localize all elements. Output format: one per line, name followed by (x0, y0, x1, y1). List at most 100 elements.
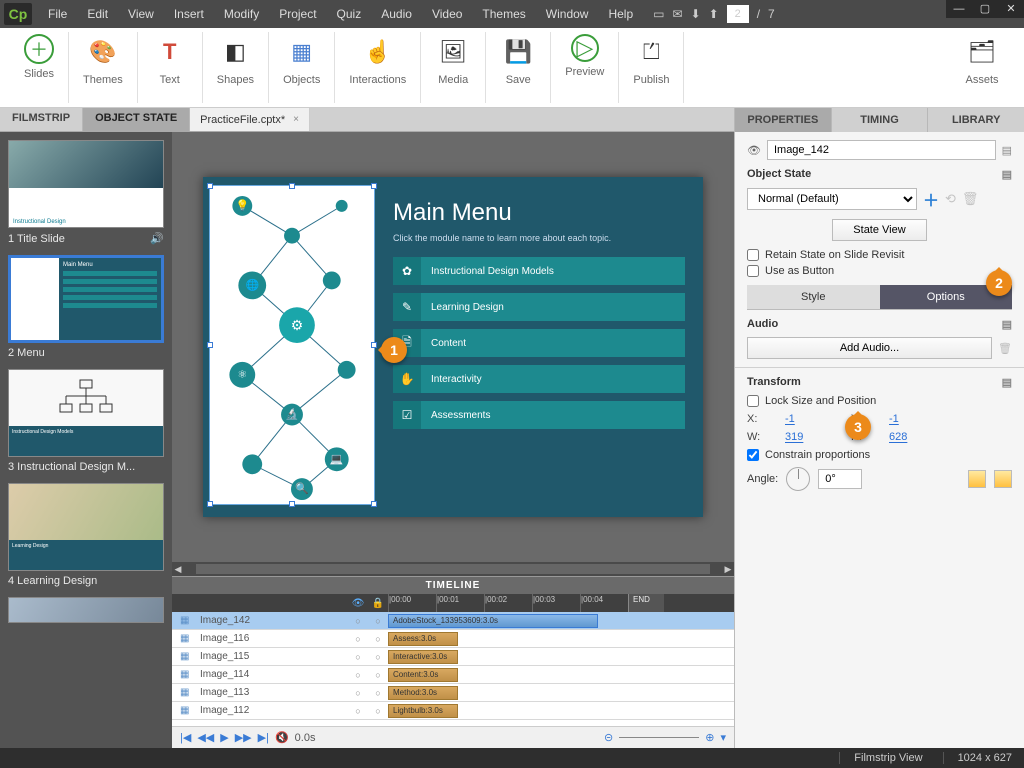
menu-help[interactable]: Help (598, 3, 643, 25)
reset-state-icon[interactable]: ⟲ (945, 191, 956, 207)
panel-menu-icon[interactable]: ▤ (1002, 376, 1012, 389)
download-icon[interactable]: ⬇ (691, 7, 701, 21)
tl-prev-icon[interactable]: ◀◀ (197, 731, 214, 744)
timeline-row-4[interactable]: Image_114○○Content:3.0s (172, 666, 734, 684)
window-minimize[interactable]: — (946, 0, 972, 18)
angle-field[interactable] (818, 469, 862, 489)
panel-menu-icon[interactable]: ▤ (1002, 318, 1012, 331)
ribbon-shapes[interactable]: ◧Shapes (203, 32, 269, 103)
filmstrip-panel[interactable]: Instructional Design 1 Title Slide🔊 Main… (0, 132, 172, 748)
ribbon-publish[interactable]: ⏍Publish (619, 32, 684, 103)
eye-icon[interactable]: 👁 (352, 598, 365, 609)
style-tab[interactable]: Style (747, 285, 880, 309)
ribbon-slides[interactable]: ＋Slides (10, 32, 69, 103)
y-field[interactable]: -1 (889, 413, 945, 425)
constrain-checkbox[interactable] (747, 449, 759, 461)
menu-window[interactable]: Window (536, 3, 599, 25)
tab-filmstrip[interactable]: FILMSTRIP (0, 108, 83, 131)
ribbon-assets[interactable]: 🗂Assets (950, 32, 1014, 103)
menu-file[interactable]: File (38, 3, 77, 25)
slide-thumb-2[interactable]: Main Menu 2 Menu (8, 255, 164, 359)
slide-thumb-4[interactable]: Learning Design 4 Learning Design (8, 483, 164, 587)
eye-icon[interactable]: 👁 (747, 144, 761, 157)
object-name-field[interactable] (767, 140, 996, 160)
menu-video[interactable]: Video (422, 3, 472, 25)
state-view-button[interactable]: State View (832, 219, 926, 241)
menu-item-3[interactable]: 🗎Content (393, 329, 685, 357)
section-audio: Audio (747, 318, 778, 331)
tab-timing[interactable]: TIMING (831, 108, 928, 132)
w-field[interactable]: 319 (785, 431, 841, 443)
document-tab[interactable]: PracticeFile.cptx* × (190, 108, 310, 131)
tab-object-state[interactable]: OBJECT STATE (83, 108, 190, 131)
angle-dial[interactable] (786, 467, 810, 491)
retain-state-checkbox[interactable] (747, 249, 759, 261)
menu-quiz[interactable]: Quiz (327, 3, 372, 25)
menu-item-4[interactable]: ✋Interactivity (393, 365, 685, 393)
ribbon-objects[interactable]: ▦Objects (269, 32, 335, 103)
tl-play-icon[interactable]: ▶ (220, 731, 228, 744)
ribbon-media[interactable]: 🖼Media (421, 32, 486, 103)
x-field[interactable]: -1 (785, 413, 841, 425)
timeline-ruler[interactable]: 👁🔒 |00:00 |00:01 |00:02 |00:03 |00:04 EN… (172, 594, 734, 612)
assets-icon: 🗂 (964, 34, 1000, 70)
timeline-row-3[interactable]: Image_115○○Interactive:3.0s (172, 648, 734, 666)
canvas-h-scrollbar[interactable]: ◀▶ (172, 562, 734, 576)
mail-icon[interactable]: ✉ (673, 7, 683, 21)
window-close[interactable]: ✕ (998, 0, 1024, 18)
menu-themes[interactable]: Themes (472, 3, 535, 25)
lock-size-checkbox[interactable] (747, 395, 759, 407)
tab-library[interactable]: LIBRARY (927, 108, 1024, 132)
timeline-row-1[interactable]: Image_142○○AdobeStock_133953609:3.0s (172, 612, 734, 630)
ribbon-text[interactable]: TText (138, 32, 203, 103)
tl-mute-icon[interactable]: 🔇 (275, 731, 289, 744)
timeline-row-2[interactable]: Image_116○○Assess:3.0s (172, 630, 734, 648)
close-tab-icon[interactable]: × (293, 114, 299, 125)
panel-menu-icon[interactable]: ▤ (1002, 144, 1012, 157)
use-as-button-checkbox[interactable] (747, 265, 759, 277)
timeline-row-6[interactable]: Image_112○○Lightbulb:3.0s (172, 702, 734, 720)
add-state-icon[interactable]: ＋ (923, 187, 939, 211)
tl-collapse-icon[interactable]: ▾ (720, 731, 726, 744)
menu-audio[interactable]: Audio (371, 3, 422, 25)
svg-text:⚛: ⚛ (237, 369, 247, 381)
ribbon-interactions[interactable]: ☝Interactions (335, 32, 421, 103)
selected-image-object[interactable]: 💡🌐⚙ ⚛🔬💻🔍 (209, 185, 375, 505)
state-dropdown[interactable]: Normal (Default) (747, 188, 917, 210)
delete-state-icon[interactable]: 🗑 (962, 191, 979, 207)
flip-h-button[interactable] (968, 470, 986, 488)
flip-v-button[interactable] (994, 470, 1012, 488)
lock-icon[interactable]: 🔒 (372, 598, 384, 609)
tl-next-icon[interactable]: ▶▶ (235, 731, 252, 744)
menu-modify[interactable]: Modify (214, 3, 269, 25)
timeline-row-5[interactable]: Image_113○○Method:3.0s (172, 684, 734, 702)
menu-item-5[interactable]: ☑Assessments (393, 401, 685, 429)
slide-thumb-3[interactable]: Instructional Design Models 3 Instructio… (8, 369, 164, 473)
slide-thumb-1[interactable]: Instructional Design 1 Title Slide🔊 (8, 140, 164, 245)
menu-insert[interactable]: Insert (164, 3, 214, 25)
tl-first-icon[interactable]: |◀ (180, 731, 191, 744)
tl-last-icon[interactable]: ▶| (258, 731, 269, 744)
menu-item-2[interactable]: ✎Learning Design (393, 293, 685, 321)
tab-properties[interactable]: PROPERTIES (734, 108, 831, 132)
zoom-in-icon[interactable]: ⊕ (705, 731, 714, 744)
menu-edit[interactable]: Edit (77, 3, 118, 25)
menu-project[interactable]: Project (269, 3, 326, 25)
current-slide-field[interactable]: 2 (727, 5, 749, 23)
window-maximize[interactable]: ▢ (972, 0, 998, 18)
timeline-controls: |◀ ◀◀ ▶ ▶▶ ▶| 🔇 0.0s ⊝ ⊕ ▾ (172, 726, 734, 748)
slide-canvas[interactable]: 💡🌐⚙ ⚛🔬💻🔍 Main Menu Click the module name… (172, 132, 734, 562)
ribbon-themes[interactable]: 🎨Themes (69, 32, 138, 103)
delete-audio-icon[interactable]: 🗑 (998, 342, 1012, 355)
ribbon-save[interactable]: 💾Save (486, 32, 551, 103)
ribbon-preview[interactable]: ▷Preview (551, 32, 619, 103)
slide-thumb-5[interactable] (8, 597, 164, 623)
panel-menu-icon[interactable]: ▤ (1002, 168, 1012, 181)
menu-item-1[interactable]: ✿Instructional Design Models (393, 257, 685, 285)
menu-view[interactable]: View (118, 3, 164, 25)
h-field[interactable]: 628 (889, 431, 945, 443)
upload-icon[interactable]: ⬆ (709, 7, 719, 21)
zoom-out-icon[interactable]: ⊝ (604, 731, 613, 744)
add-audio-button[interactable]: Add Audio... (747, 337, 992, 359)
panel-toggle-icon[interactable]: ▭ (653, 7, 664, 21)
